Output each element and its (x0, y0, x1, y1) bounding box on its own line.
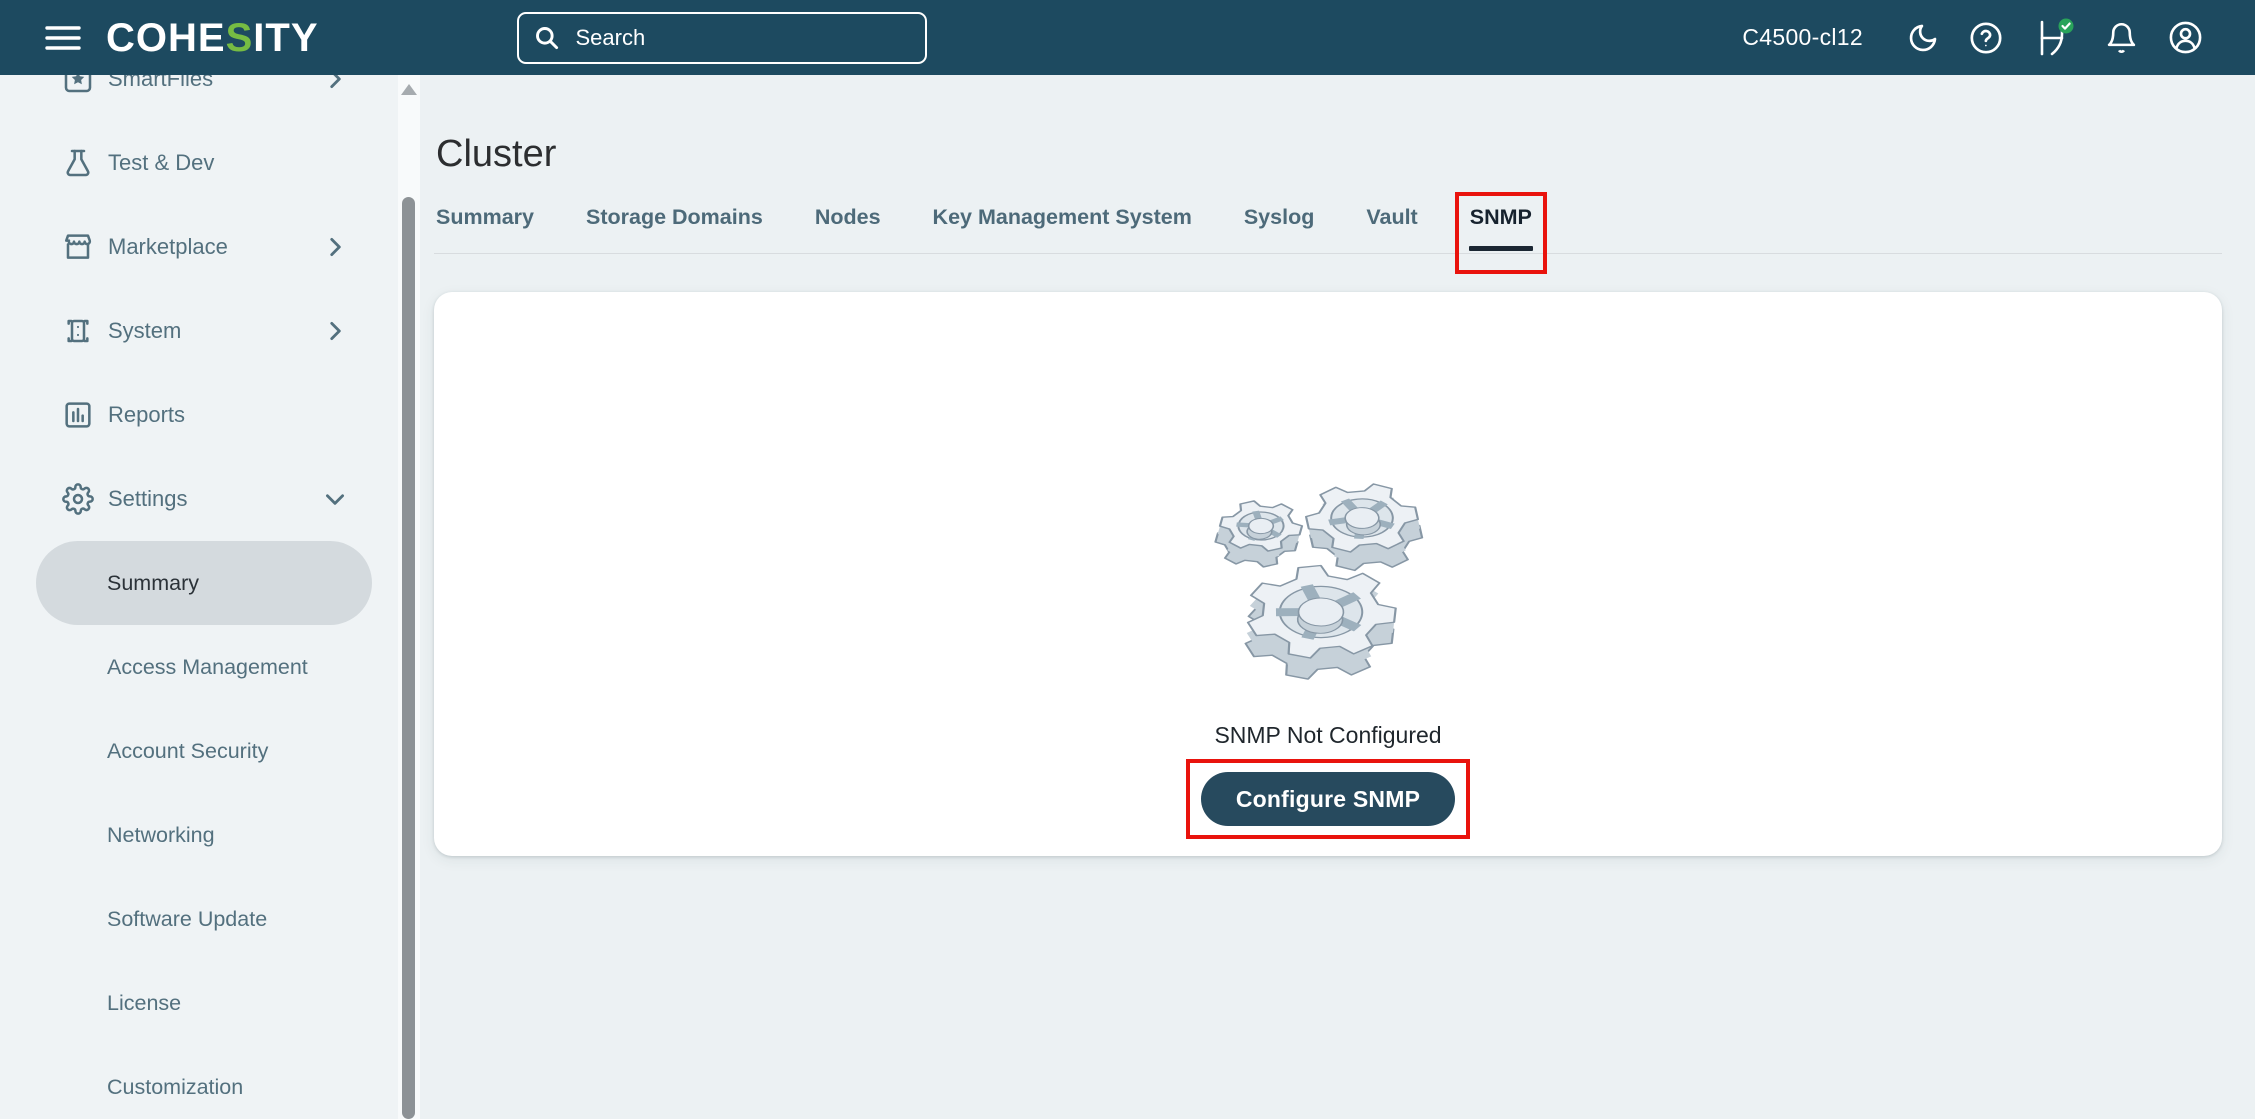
sidebar-item-label: System (108, 318, 181, 344)
tab-nodes[interactable]: Nodes (813, 206, 883, 253)
help-icon[interactable] (1969, 21, 2003, 55)
sidebar-subitem-label: Networking (107, 823, 215, 848)
account-icon[interactable] (2168, 20, 2203, 55)
bar-chart-icon (62, 399, 94, 431)
sidebar-item-test-and-dev[interactable]: Test & Dev (0, 121, 398, 205)
sidebar-item-label: Marketplace (108, 234, 228, 260)
gear-icon (62, 483, 94, 515)
sidebar-subitem-customization[interactable]: Customization (0, 1045, 398, 1119)
configure-snmp-button[interactable]: Configure SNMP (1201, 772, 1455, 826)
tab-snmp[interactable]: SNMP (1468, 206, 1534, 253)
sidebar-subitem-label: Account Security (107, 739, 268, 764)
sidebar-subitem-account-security[interactable]: Account Security (0, 709, 398, 793)
tab-key-management-system[interactable]: Key Management System (931, 206, 1194, 253)
logo-green-s: S (226, 16, 254, 60)
topbar-right: C4500-cl12 (1742, 18, 2255, 58)
sidebar-item-label: Settings (108, 486, 188, 512)
sidebar-item-settings[interactable]: Settings (0, 457, 398, 541)
helios-health-icon[interactable] (2033, 18, 2075, 58)
sidebar-item-label: Reports (108, 402, 185, 428)
empty-state-message: SNMP Not Configured (1214, 722, 1441, 749)
sidebar-item-label: Test & Dev (108, 150, 214, 176)
sidebar-scrollbar[interactable] (398, 75, 420, 1119)
chevron-right-icon (322, 75, 348, 92)
sidebar-subitem-license[interactable]: License (0, 961, 398, 1045)
scrollbar-thumb[interactable] (402, 197, 415, 1119)
app-root: COHESITY C4500-cl12 (0, 0, 2255, 1119)
cluster-tabs: Summary Storage Domains Nodes Key Manage… (434, 206, 2222, 254)
notifications-bell-icon[interactable] (2105, 21, 2138, 55)
sidebar-subitem-label: Software Update (107, 907, 267, 932)
tab-syslog[interactable]: Syslog (1242, 206, 1317, 253)
chevron-right-icon (322, 318, 348, 344)
cohesity-logo[interactable]: COHESITY (106, 18, 319, 58)
tab-storage-domains[interactable]: Storage Domains (584, 206, 765, 253)
sidebar-item-smartfiles[interactable]: SmartFiles (0, 75, 398, 121)
cluster-name: C4500-cl12 (1742, 24, 1863, 51)
sidebar-item-system[interactable]: System (0, 289, 398, 373)
sidebar-subitem-label: Summary (107, 571, 199, 596)
sidebar-item-marketplace[interactable]: Marketplace (0, 205, 398, 289)
sidebar: SmartFiles Test & Dev (0, 75, 398, 1119)
system-node-icon (62, 315, 94, 347)
smartfiles-icon (62, 75, 94, 95)
tab-summary[interactable]: Summary (434, 206, 536, 253)
sidebar-subitem-access-management[interactable]: Access Management (0, 625, 398, 709)
sidebar-subitem-software-update[interactable]: Software Update (0, 877, 398, 961)
active-tab-underline (1469, 246, 1533, 251)
topbar: COHESITY C4500-cl12 (0, 0, 2255, 75)
storefront-icon (62, 231, 94, 263)
page-title: Cluster (436, 132, 2222, 176)
main-content: Cluster Summary Storage Domains Nodes Ke… (420, 75, 2255, 1119)
tab-vault[interactable]: Vault (1364, 206, 1419, 253)
menu-icon[interactable] (40, 19, 86, 57)
sidebar-subitem-label: Access Management (107, 655, 308, 680)
sidebar-item-reports[interactable]: Reports (0, 373, 398, 457)
sidebar-nav-list: SmartFiles Test & Dev (0, 75, 398, 1119)
chevron-down-icon (322, 486, 348, 512)
dark-mode-moon-icon[interactable] (1907, 22, 1939, 54)
sidebar-subitem-label: Customization (107, 1075, 243, 1100)
global-search[interactable] (517, 12, 927, 64)
chevron-right-icon (322, 234, 348, 260)
sidebar-subitem-label: License (107, 991, 181, 1016)
search-icon (533, 24, 560, 51)
scrollbar-up-arrow[interactable] (401, 84, 417, 95)
snmp-empty-state-card: SNMP Not Configured Configure SNMP (434, 292, 2222, 856)
configure-snmp-button-wrap: Configure SNMP (1201, 772, 1455, 826)
sidebar-subitem-summary[interactable]: Summary (36, 541, 372, 625)
flask-icon (62, 147, 94, 179)
sidebar-subitem-networking[interactable]: Networking (0, 793, 398, 877)
gears-illustration (1204, 460, 1452, 692)
search-input[interactable] (574, 24, 911, 52)
sidebar-item-label: SmartFiles (108, 75, 213, 92)
